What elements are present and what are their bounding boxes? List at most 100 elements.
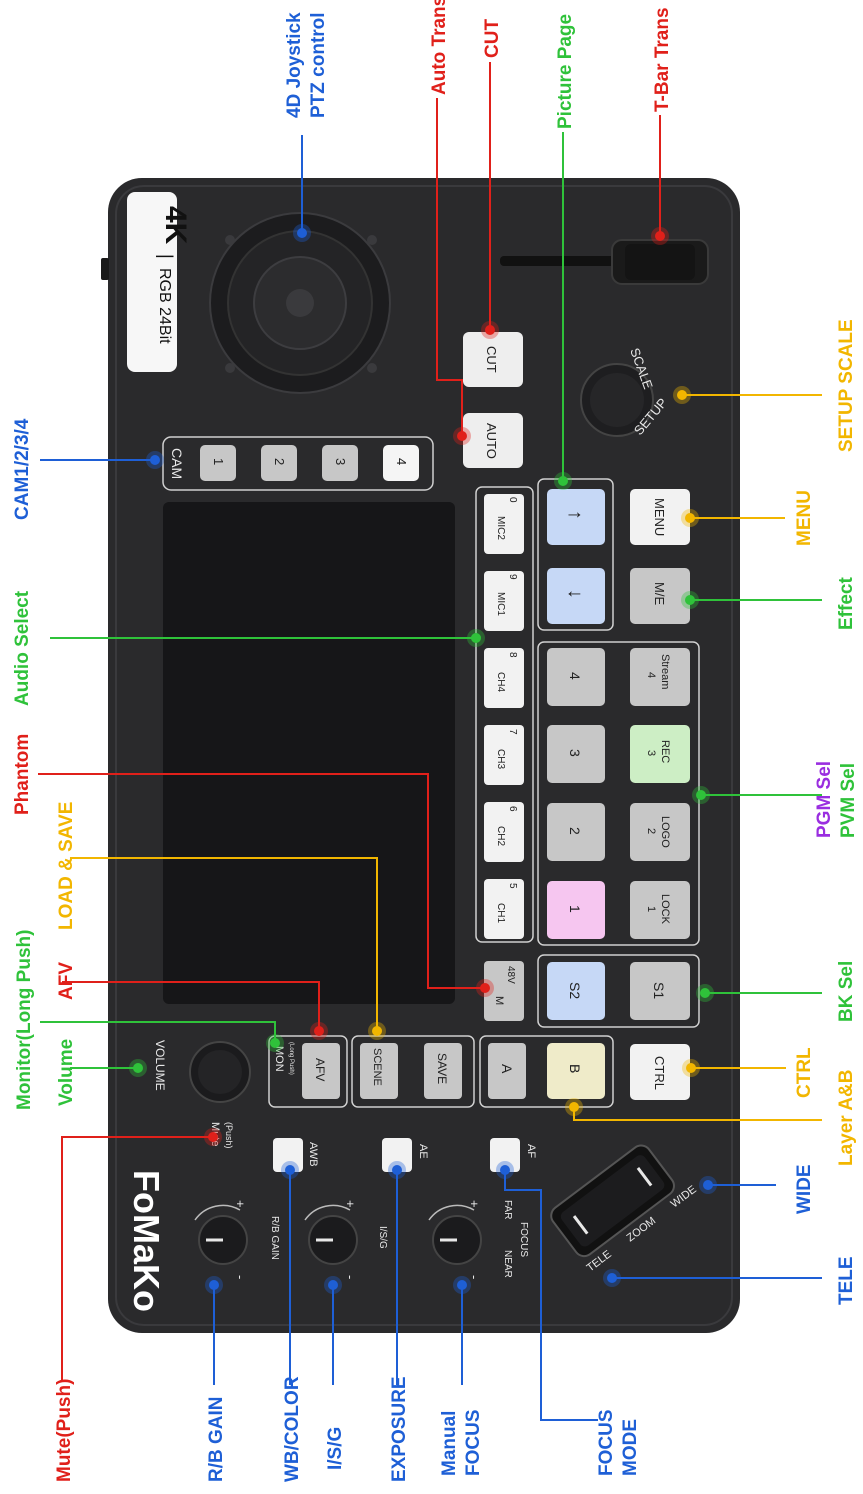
ae-label: AE — [417, 1144, 429, 1159]
callout-cut: CUT — [482, 19, 503, 58]
callout-wide: WIDE — [794, 1164, 815, 1214]
audio-button-ch2[interactable]: CH2 6 — [484, 802, 524, 862]
pvm-3-num: 3 — [645, 750, 657, 756]
page-down-arrow: ↓ — [564, 589, 586, 599]
brand-logo: FoMaKo — [126, 1170, 167, 1312]
audio-button-mic2-num: 0 — [507, 497, 518, 503]
callout-afv: AFV — [56, 962, 77, 1000]
audio-button-ch4[interactable]: CH4 8 — [484, 648, 524, 708]
afv-label: AFV — [313, 1058, 327, 1081]
menu-label: MENU — [652, 498, 667, 536]
page-down-button[interactable]: ↓ — [547, 568, 605, 624]
side-port — [101, 258, 109, 280]
callout-load-save: LOAD & SAVE — [56, 802, 77, 930]
awb-label: AWB — [307, 1142, 319, 1167]
audio-button-ch1[interactable]: CH1 5 — [484, 879, 524, 939]
callout-pgm-sel: PGM Sel — [814, 761, 835, 838]
callout-volume: Volume — [56, 1039, 77, 1106]
cam-button-2[interactable]: 2 — [261, 445, 297, 481]
af-label: AF — [525, 1144, 537, 1158]
focus-knob-label: FOCUS — [518, 1222, 529, 1257]
pgm-button-3[interactable]: 3 — [547, 725, 605, 783]
audio-button-mic2[interactable]: MIC2 0 — [484, 494, 524, 554]
cut-button[interactable]: CUT — [463, 332, 523, 387]
audio-button-ch3[interactable]: CH3 7 — [484, 725, 524, 785]
cam-button-1-label: 1 — [211, 458, 226, 465]
afv-button[interactable]: AFV — [302, 1043, 340, 1099]
audio-button-mic1[interactable]: MIC1 9 — [484, 571, 524, 631]
cam-button-1[interactable]: 1 — [200, 445, 236, 481]
pvm-4-num: 4 — [645, 672, 657, 678]
pgm-button-3-label: 3 — [567, 749, 583, 757]
focus-minus: - — [467, 1275, 482, 1279]
pvm-1-num: 1 — [645, 906, 657, 912]
volume-label: VOLUME — [153, 1040, 167, 1091]
cam-button-4[interactable]: 4 — [383, 445, 419, 481]
save-label: SAVE — [435, 1053, 449, 1084]
pvm-button-1-lock[interactable]: 1 LOCK — [630, 881, 690, 939]
callout-layer-ab: Layer A&B — [836, 1070, 857, 1166]
audio-button-mic2-name: MIC2 — [495, 516, 506, 540]
s2-button[interactable]: S2 — [547, 962, 605, 1020]
preview-screen — [163, 502, 455, 1004]
callout-phantom: Phantom — [12, 734, 33, 815]
audio-button-ch3-num: 7 — [507, 729, 518, 735]
menu-button[interactable]: MENU — [630, 489, 690, 545]
pvm-2-num: 2 — [645, 828, 657, 834]
volume-knob[interactable] — [189, 1041, 251, 1103]
callout-focus-mode-1: FOCUS — [596, 1410, 617, 1477]
pvm-button-4-stream[interactable]: 4 Stream — [630, 648, 690, 706]
callout-cam: CAM1/2/3/4 — [12, 418, 33, 520]
ctrl-label: CTRL — [652, 1056, 667, 1090]
pvm-3-name: REC — [659, 740, 671, 763]
audio-button-ch4-name: CH4 — [495, 672, 506, 692]
cam-label: CAM — [169, 448, 185, 479]
a-button[interactable]: A — [488, 1043, 526, 1099]
callout-picture-page: Picture Page — [555, 14, 576, 129]
callout-auto-trans: Auto Trans — [429, 0, 450, 95]
pgm-button-2-label: 2 — [567, 827, 583, 835]
page-up-button[interactable]: ↑ — [547, 489, 605, 545]
rb-plus: + — [233, 1200, 248, 1208]
pvm-button-2-logo[interactable]: 2 LOGO — [630, 803, 690, 861]
callout-monitor: Monitor(Long Push) — [14, 930, 35, 1110]
pvm-button-3-rec[interactable]: 3 REC — [630, 725, 690, 783]
mon-sub-label: (Long Push) — [288, 1042, 294, 1075]
me-button[interactable]: M/E — [630, 568, 690, 624]
phantom-m-label: M — [493, 996, 505, 1005]
audio-button-mic1-name: MIC1 — [495, 592, 506, 616]
scene-button[interactable]: SCENE — [360, 1043, 398, 1099]
callout-mute-push: Mute(Push) — [54, 1379, 75, 1482]
cam-button-3[interactable]: 3 — [322, 445, 358, 481]
pgm-button-1[interactable]: 1 — [547, 881, 605, 939]
phantom-48v-label: 48V — [505, 966, 516, 984]
b-button[interactable]: B — [547, 1043, 605, 1099]
audio-button-ch4-num: 8 — [507, 652, 518, 658]
auto-button[interactable]: AUTO — [463, 413, 523, 468]
near-label: NEAR — [502, 1250, 513, 1278]
scene-label: SCENE — [371, 1048, 383, 1086]
callout-isg: I/S/G — [325, 1427, 346, 1470]
callout-setup-scale: SETUP SCALE — [836, 319, 857, 452]
ctrl-button[interactable]: CTRL — [630, 1044, 690, 1100]
rb-minus: - — [233, 1275, 248, 1279]
far-label: FAR — [502, 1200, 513, 1219]
callout-menu: MENU — [794, 490, 815, 546]
s1-button[interactable]: S1 — [630, 962, 690, 1020]
callout-tbar: T-Bar Trans — [652, 7, 673, 112]
badge-sep: | — [156, 254, 176, 259]
cam-button-4-label: 4 — [394, 458, 409, 465]
audio-button-ch2-num: 6 — [507, 806, 518, 812]
mute-sub-label: (Push) — [224, 1122, 234, 1149]
audio-button-ch1-name: CH1 — [495, 903, 506, 923]
save-button[interactable]: SAVE — [424, 1043, 462, 1099]
callout-bk-sel: BK Sel — [836, 961, 857, 1022]
callout-exposure: EXPOSURE — [389, 1376, 410, 1482]
b-label: B — [567, 1064, 583, 1073]
pgm-button-2[interactable]: 2 — [547, 803, 605, 861]
pvm-2-name: LOGO — [659, 816, 671, 848]
s1-label: S1 — [651, 982, 667, 999]
callout-focus-mode-2: MODE — [620, 1419, 641, 1476]
callout-joystick-2: PTZ control — [308, 12, 329, 118]
pgm-button-4[interactable]: 4 — [547, 648, 605, 706]
